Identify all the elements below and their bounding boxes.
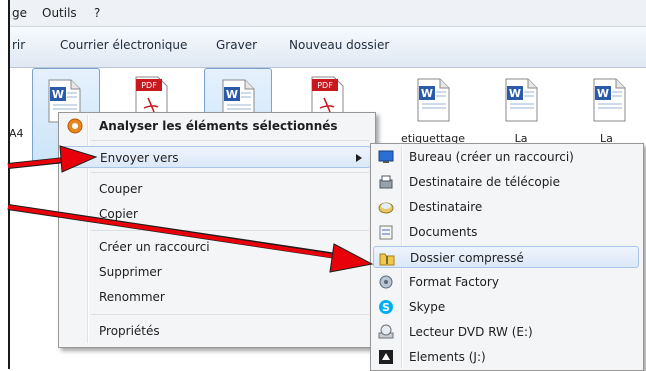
svg-text:S: S [382,301,390,314]
send-to-elements-drive[interactable]: Elements (J:) [373,346,639,368]
svg-text:W: W [52,88,64,101]
context-item-label: Renommer [99,290,165,304]
context-item-label: Envoyer vers [100,151,179,165]
menu-separator [91,172,369,173]
context-item-delete[interactable]: Supprimer [61,261,371,283]
word-document-icon: W [593,78,626,122]
context-item-properties[interactable]: Propriétés [61,320,371,342]
toolbar-burn-button[interactable]: Graver [216,38,257,52]
send-to-compressed-folder[interactable]: Dossier compressé [373,246,639,268]
skype-icon: S [379,300,393,314]
desktop-icon [378,150,394,163]
send-to-skype[interactable]: S Skype [373,296,639,318]
word-document-icon: W [505,78,538,122]
send-to-documents[interactable]: Documents [373,221,639,243]
antivirus-icon [67,118,83,134]
submenu-item-label: Bureau (créer un raccourci) [409,150,574,164]
explorer-window: ge Outils ? rir Courrier électronique Gr… [0,0,646,371]
send-to-fax[interactable]: Destinataire de télécopie [373,171,639,193]
svg-text:W: W [509,87,521,100]
drive-icon [379,350,393,364]
submenu-item-label: Destinataire de télécopie [409,175,561,189]
menu-bar: ge Outils ? [10,0,646,27]
send-to-mail-recipient[interactable]: Destinataire [373,196,639,218]
zip-folder-icon [379,253,395,266]
send-to-desktop[interactable]: Bureau (créer un raccourci) [373,146,639,168]
context-item-copy[interactable]: Copier [61,203,371,225]
submenu-item-label: Elements (J:) [409,350,486,364]
svg-text:PDF: PDF [317,81,333,90]
context-item-rename[interactable]: Renommer [61,286,371,308]
send-to-format-factory[interactable]: Format Factory [373,271,639,293]
format-factory-icon [379,275,393,289]
submenu-item-label: Skype [409,300,446,314]
context-item-label: Couper [99,182,143,196]
context-item-analyze[interactable]: Analyser les éléments sélectionnés [61,115,371,137]
toolbar-email-button[interactable]: Courrier électronique [60,38,187,52]
menu-separator [91,230,369,231]
context-item-label: Créer un raccourci [99,240,210,254]
menu-separator [91,314,369,315]
menu-item-affichage[interactable]: ge [12,6,27,20]
command-bar: rir Courrier électronique Graver Nouveau… [10,27,646,68]
documents-icon [379,225,393,240]
context-item-label: Copier [99,207,138,221]
context-item-label: Analyser les éléments sélectionnés [99,119,338,133]
context-item-label: Supprimer [99,265,162,279]
context-item-label: Propriétés [99,324,160,338]
svg-text:W: W [421,87,433,100]
dvd-drive-icon [378,324,394,339]
svg-text:PDF: PDF [141,81,157,90]
submenu-arrow-icon [356,154,362,162]
toolbar-ouvrir-button[interactable]: rir [12,38,25,52]
fax-icon [379,175,393,189]
menu-separator [91,140,369,141]
context-item-create-shortcut[interactable]: Créer un raccourci [61,236,371,258]
menu-item-help[interactable]: ? [94,6,100,20]
svg-text:W: W [226,88,238,101]
toolbar-new-folder-button[interactable]: Nouveau dossier [289,38,389,52]
word-document-icon: W [417,78,450,122]
context-item-cut[interactable]: Couper [61,178,371,200]
context-item-send-to[interactable]: Envoyer vers [61,146,371,168]
send-to-dvd-drive[interactable]: Lecteur DVD RW (E:) [373,321,639,343]
menu-item-outils[interactable]: Outils [42,6,77,20]
submenu-item-label: Dossier compressé [410,251,524,265]
context-menu: Analyser les éléments sélectionnés Envoy… [58,112,376,348]
mail-recipient-icon [378,202,394,214]
submenu-item-label: Destinataire [409,200,483,214]
submenu-item-label: Documents [409,225,478,239]
submenu-item-label: Format Factory [409,275,499,289]
submenu-item-label: Lecteur DVD RW (E:) [409,325,533,339]
send-to-submenu: Bureau (créer un raccourci) Destinataire… [370,143,644,371]
svg-text:W: W [597,87,609,100]
